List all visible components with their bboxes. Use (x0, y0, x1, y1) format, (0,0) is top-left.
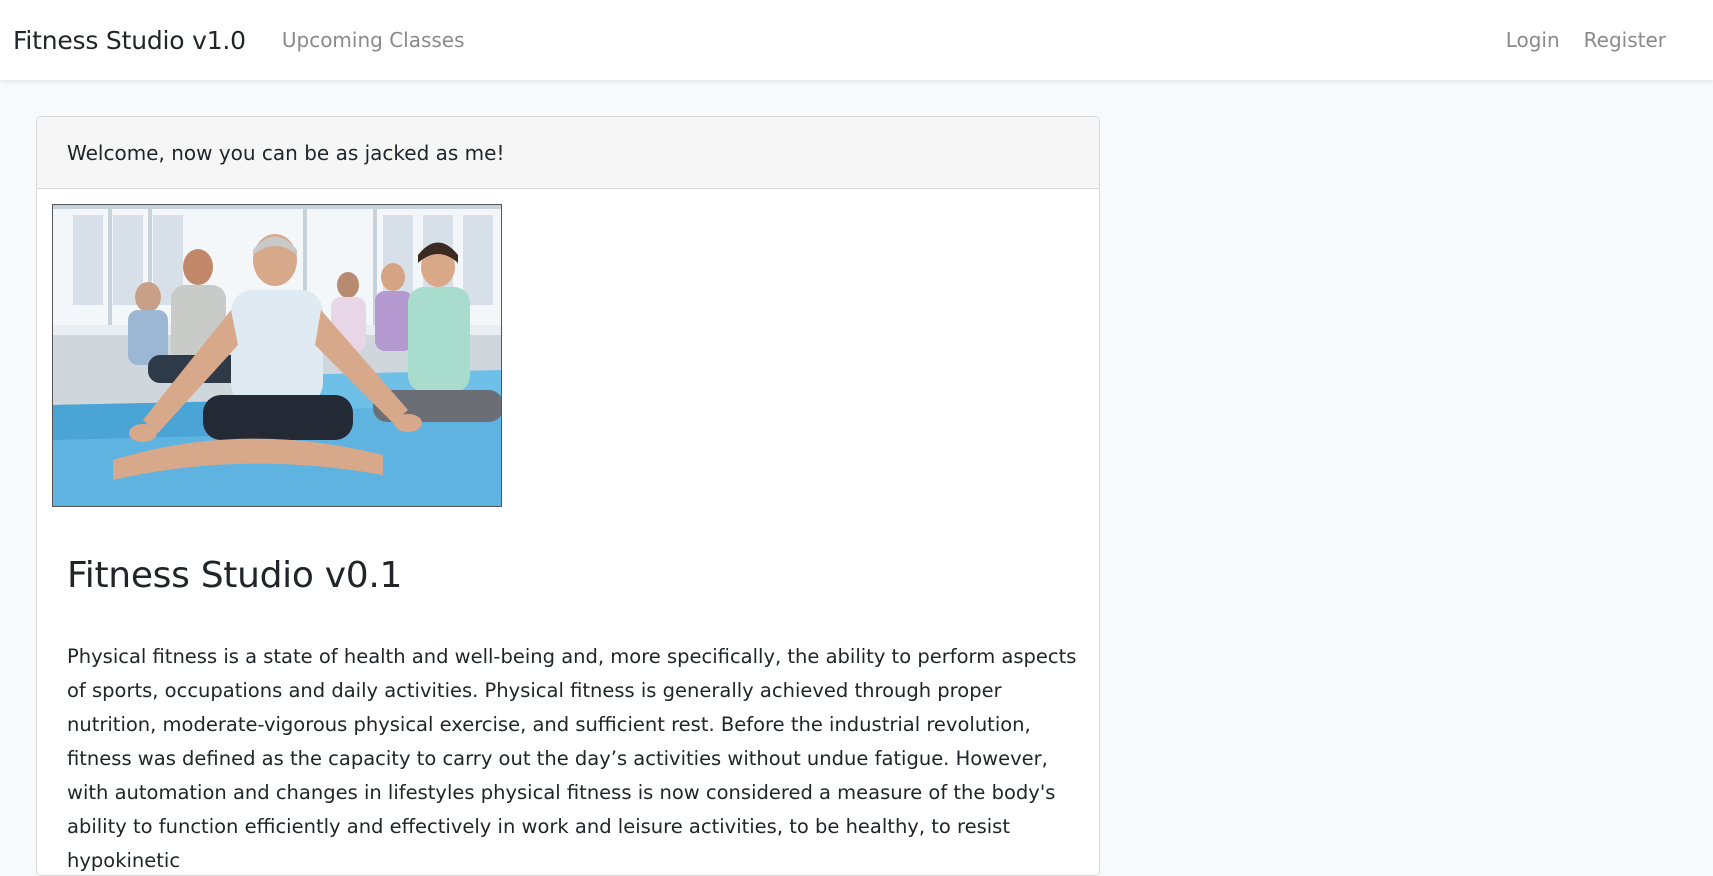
nav-register[interactable]: Register (1584, 28, 1666, 52)
intro-paragraph: Physical fitness is a state of health an… (67, 645, 1077, 872)
card-body: Fitness Studio v0.1 Physical fitness is … (37, 189, 1099, 875)
page-title: Fitness Studio v0.1 (67, 555, 403, 596)
top-navbar: Fitness Studio v1.0 Upcoming Classes Log… (0, 0, 1713, 80)
nav-login[interactable]: Login (1506, 28, 1560, 52)
hero-image (52, 204, 502, 507)
card-header: Welcome, now you can be as jacked as me! (37, 117, 1099, 189)
brand-link[interactable]: Fitness Studio v1.0 (13, 26, 246, 55)
nav-right-group: Login Register (1506, 28, 1700, 52)
nav-upcoming-classes[interactable]: Upcoming Classes (282, 28, 465, 52)
welcome-card: Welcome, now you can be as jacked as me! (36, 116, 1100, 876)
